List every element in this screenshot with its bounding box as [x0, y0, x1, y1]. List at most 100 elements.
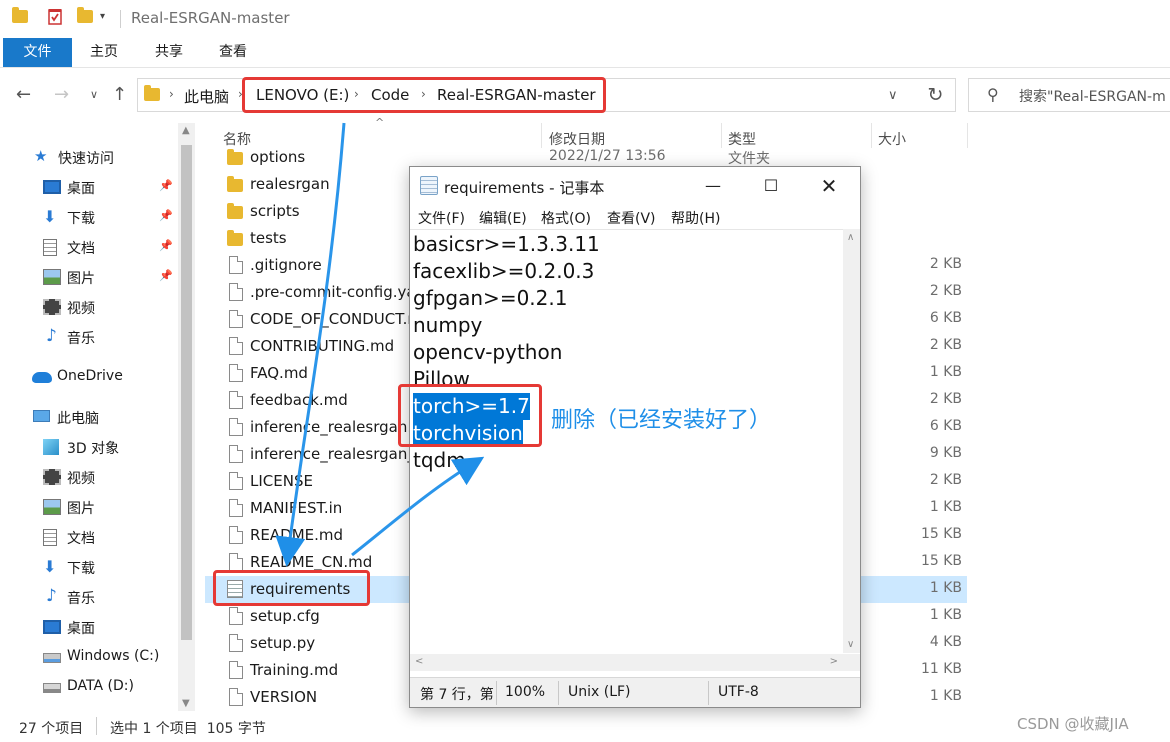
file-size: 1 KB	[929, 688, 962, 704]
file-icon	[229, 418, 243, 436]
scroll-left-arrow-icon[interactable]: <	[415, 656, 423, 667]
film-icon	[43, 469, 61, 485]
drive-icon	[43, 683, 61, 693]
search-placeholder[interactable]: 搜索"Real-ESRGAN-m	[1019, 86, 1166, 106]
csdn-watermark: CSDN @收藏JIA	[1017, 715, 1129, 733]
file-icon	[229, 445, 243, 463]
file-name: CONTRIBUTING.md	[250, 337, 395, 355]
status-divider	[708, 681, 709, 705]
forward-arrow-icon[interactable]: →	[54, 84, 69, 105]
file-size: 2 KB	[929, 472, 962, 488]
notepad-horizontal-scrollbar[interactable]: < >	[410, 654, 843, 671]
file-icon	[229, 283, 243, 301]
picture-icon	[43, 499, 61, 515]
requirements-highlight-box	[213, 570, 370, 606]
file-name: MANIFEST.in	[250, 499, 343, 517]
file-name: inference_realesrgan_	[250, 445, 415, 463]
minimize-icon[interactable]: —	[690, 171, 736, 201]
file-icon	[229, 661, 243, 679]
file-size: 2 KB	[929, 391, 962, 407]
notepad-icon	[420, 176, 438, 195]
navigation-pane: ★ 快速访问 桌面 📌 ⬇ 下载 📌 文档 📌 图片 📌 视频 ♪ 音乐 One…	[0, 120, 196, 710]
file-name: .pre-commit-config.ya	[250, 283, 416, 301]
folder-icon	[144, 85, 160, 101]
properties-icon[interactable]	[42, 8, 66, 28]
file-name: feedback.md	[250, 391, 348, 409]
notepad-text-line[interactable]: basicsr>=1.3.3.11	[413, 231, 600, 258]
file-name: .gitignore	[250, 256, 322, 274]
item-count: 27 个项目	[19, 721, 84, 737]
folder-icon	[227, 176, 243, 192]
new-folder-icon[interactable]	[77, 7, 93, 25]
scroll-up-arrow-icon[interactable]: ▲	[182, 125, 190, 136]
menu-edit[interactable]: 编辑(E)	[479, 208, 527, 228]
download-arrow-icon: ⬇	[43, 557, 57, 576]
file-size: 15 KB	[920, 553, 962, 569]
chevron-right-icon[interactable]: ›	[169, 87, 174, 101]
maximize-icon[interactable]: ☐	[748, 171, 794, 201]
title-separator	[120, 10, 121, 28]
file-size: 2 KB	[929, 337, 962, 353]
file-size: 1 KB	[929, 607, 962, 623]
notepad-text-line[interactable]: tqdm	[413, 447, 466, 474]
file-name: README.md	[250, 526, 344, 544]
file-name: scripts	[250, 202, 300, 220]
file-size: 4 KB	[929, 634, 962, 650]
notepad-text-line[interactable]: gfpgan>=0.2.1	[413, 285, 567, 312]
folder-icon	[227, 203, 243, 219]
desktop-icon	[43, 180, 61, 194]
pin-icon[interactable]: 📌	[159, 269, 173, 282]
scroll-right-arrow-icon[interactable]: >	[830, 656, 838, 667]
notepad-text-line[interactable]: facexlib>=0.2.0.3	[413, 258, 594, 285]
file-icon	[229, 256, 243, 274]
file-icon	[229, 553, 243, 571]
close-icon[interactable]: ✕	[806, 171, 852, 201]
menu-view[interactable]: 查看(V)	[607, 208, 656, 228]
tab-share[interactable]: 共享	[141, 38, 197, 67]
pin-icon[interactable]: 📌	[159, 179, 173, 192]
windows-drive-icon	[43, 653, 61, 663]
file-name: README_CN.md	[250, 553, 373, 571]
notepad-text-line[interactable]: opencv-python	[413, 339, 562, 366]
file-name: LICENSE	[250, 472, 313, 490]
status-bar: 27 个项目 选中 1 个项目 105 字节	[0, 712, 1170, 742]
file-icon	[229, 337, 243, 355]
notepad-menubar: 文件(F) 编辑(E) 格式(O) 查看(V) 帮助(H)	[410, 205, 860, 229]
file-icon	[229, 472, 243, 490]
customize-quick-access-icon[interactable]: ▾	[100, 11, 116, 26]
folder-icon	[12, 7, 28, 25]
pin-icon[interactable]: 📌	[159, 239, 173, 252]
breadcrumb-this-pc[interactable]: 此电脑	[184, 86, 229, 107]
notepad-text-area[interactable]: basicsr>=1.3.3.11 facexlib>=0.2.0.3 gfpgan…	[410, 229, 860, 677]
tab-file[interactable]: 文件	[3, 38, 72, 67]
column-divider[interactable]	[967, 123, 968, 148]
scroll-up-arrow-icon[interactable]: ∧	[847, 232, 854, 243]
up-arrow-icon[interactable]: ↑	[112, 84, 127, 105]
refresh-icon[interactable]: ↻	[916, 78, 956, 112]
file-icon	[229, 364, 243, 382]
file-name: realesrgan	[250, 175, 330, 193]
recent-locations-chevron-icon[interactable]: ∨	[90, 88, 98, 101]
nav-scrollbar-thumb[interactable]	[181, 145, 192, 640]
search-box[interactable]: ⚲ 搜索"Real-ESRGAN-m	[968, 78, 1170, 112]
file-icon	[229, 688, 243, 706]
folder-icon	[227, 230, 243, 246]
notepad-title: requirements - 记事本	[444, 179, 605, 197]
notepad-vertical-scrollbar[interactable]: ∧ ∨	[843, 229, 860, 653]
tab-view[interactable]: 查看	[205, 38, 261, 67]
pin-icon[interactable]: 📌	[159, 209, 173, 222]
title-bar: ▾ Real-ESRGAN-master	[0, 0, 1170, 38]
desktop-icon	[43, 620, 61, 634]
menu-help[interactable]: 帮助(H)	[671, 208, 720, 228]
menu-format[interactable]: 格式(O)	[541, 208, 591, 228]
music-note-icon: ♪	[46, 326, 57, 346]
scroll-down-arrow-icon[interactable]: ∨	[847, 639, 854, 650]
scroll-down-arrow-icon[interactable]: ▼	[182, 698, 190, 709]
file-size: 15 KB	[920, 526, 962, 542]
tab-home[interactable]: 主页	[76, 38, 132, 67]
back-arrow-icon[interactable]: ←	[16, 84, 31, 105]
address-dropdown-chevron-icon[interactable]: ∨	[888, 88, 898, 103]
menu-file[interactable]: 文件(F)	[418, 208, 465, 228]
document-icon	[43, 529, 57, 546]
notepad-text-line[interactable]: numpy	[413, 312, 482, 339]
